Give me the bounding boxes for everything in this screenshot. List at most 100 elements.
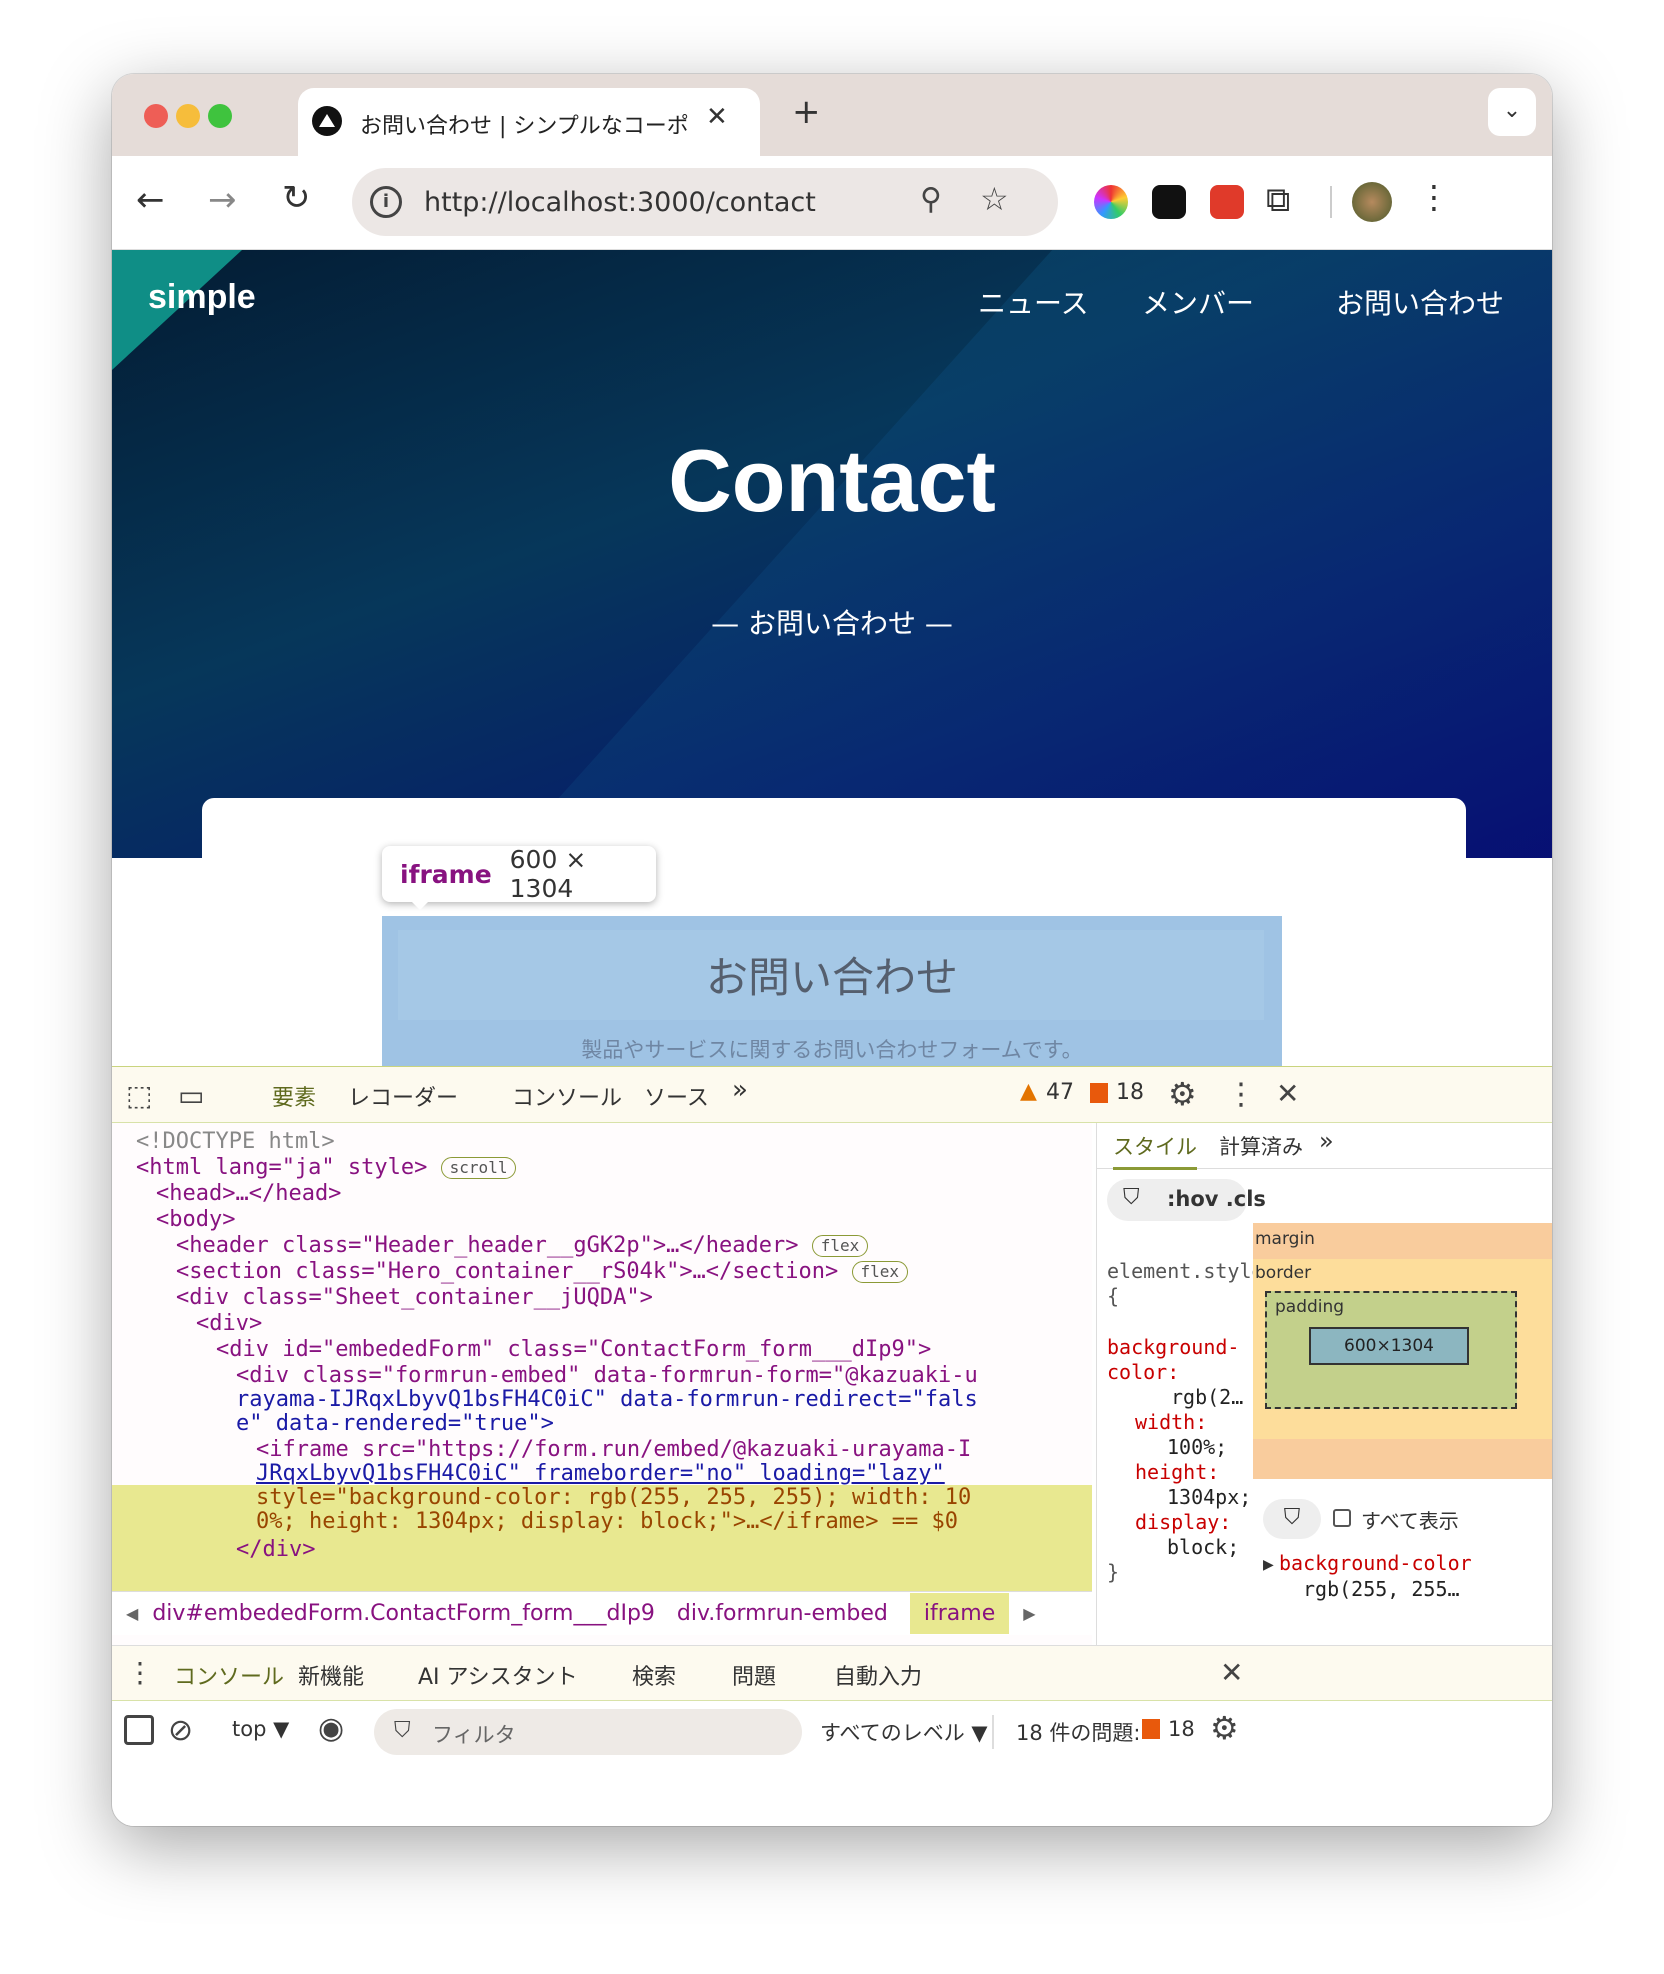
drawer-tab-search[interactable]: 検索 <box>632 1659 676 1691</box>
breadcrumb-item-active[interactable]: iframe <box>909 1593 1010 1634</box>
live-expression-eye-icon[interactable]: ◉ <box>318 1711 344 1746</box>
log-levels-select[interactable]: すべてのレベル ▼ <box>820 1717 988 1747</box>
dom-line[interactable]: </div> <box>112 1537 1092 1563</box>
new-tab-icon[interactable]: + <box>792 92 821 132</box>
style-prop[interactable]: background-color: <box>1107 1335 1247 1385</box>
dom-line[interactable]: <section class="Hero_container__rS04k">…… <box>112 1259 1092 1285</box>
browser-tab[interactable]: お問い合わせ | シンプルなコーポ ✕ <box>298 88 760 156</box>
inspect-element-icon[interactable]: ⬚ <box>126 1079 152 1112</box>
drawer-tab-whats-new[interactable]: 新機能 <box>298 1659 364 1691</box>
site-logo[interactable]: simple <box>148 278 256 317</box>
dom-line[interactable]: <div id="embededForm" class="ContactForm… <box>112 1337 1092 1363</box>
style-value[interactable]: 1304px; <box>1107 1485 1251 1510</box>
close-tab-icon[interactable]: ✕ <box>706 102 728 132</box>
style-prop[interactable]: height: <box>1107 1460 1247 1485</box>
dom-line[interactable]: <iframe src="https://form.run/embed/@kaz… <box>112 1437 1092 1463</box>
warning-count[interactable]: 47 <box>1046 1080 1074 1105</box>
tab-computed[interactable]: 計算済み <box>1219 1131 1303 1161</box>
dom-line[interactable]: style="background-color: rgb(255, 255, 2… <box>112 1485 1092 1511</box>
dom-line[interactable]: 0%; height: 1304px; display: block;">…</… <box>112 1509 1092 1535</box>
dom-line[interactable]: <head>…</head> <box>112 1181 1092 1207</box>
style-prop[interactable]: display: <box>1107 1510 1247 1535</box>
crumb-left-arrow-icon[interactable]: ◀ <box>126 1604 138 1623</box>
flex-badge[interactable]: flex <box>811 1235 869 1257</box>
box-model-margin[interactable]: margin border padding 600×1304 <box>1253 1223 1552 1479</box>
expand-arrow-icon[interactable]: ▶ <box>1263 1557 1274 1573</box>
forward-icon[interactable]: → <box>208 180 237 220</box>
dom-line[interactable]: <!DOCTYPE html> <box>112 1129 1092 1155</box>
zoom-icon[interactable]: ⚲ <box>920 182 942 217</box>
tab-console[interactable]: コンソール <box>512 1080 622 1112</box>
color-picker-extension-icon[interactable] <box>1094 185 1128 219</box>
devtools-menu-icon[interactable]: ⋮ <box>1226 1077 1256 1112</box>
style-value[interactable]: block; <box>1107 1535 1247 1560</box>
clear-console-icon[interactable]: ⊘ <box>168 1713 193 1748</box>
close-devtools-icon[interactable]: ✕ <box>1276 1077 1299 1110</box>
tab-search-chevron-icon[interactable]: ⌄ <box>1488 88 1536 136</box>
sidebar-toggle-icon[interactable] <box>124 1715 154 1745</box>
computed-filter-icon[interactable]: ⛉ <box>1263 1499 1321 1539</box>
drawer-menu-icon[interactable]: ⋮ <box>126 1656 154 1689</box>
flex-badge[interactable]: flex <box>851 1261 909 1283</box>
settings-gear-icon[interactable]: ⚙ <box>1168 1075 1197 1113</box>
tab-elements[interactable]: 要素 <box>256 1080 333 1126</box>
dom-line[interactable]: <header class="Header_header__gGK2p">…</… <box>112 1233 1092 1259</box>
scroll-badge[interactable]: scroll <box>440 1157 517 1179</box>
context-select[interactable]: top ▼ <box>232 1717 289 1741</box>
nav-news[interactable]: ニュース <box>978 282 1089 322</box>
box-model-content[interactable]: 600×1304 <box>1309 1327 1469 1365</box>
react-devtools-extension-icon[interactable] <box>1210 185 1244 219</box>
style-prop[interactable]: width: <box>1107 1410 1247 1435</box>
drawer-tab-issues[interactable]: 問題 <box>732 1659 776 1691</box>
drawer-tab-console[interactable]: コンソール <box>162 1659 297 1705</box>
site-info-icon[interactable]: i <box>370 186 402 218</box>
minimize-window-button[interactable] <box>176 104 200 128</box>
issues-count[interactable]: 18 <box>1168 1717 1195 1741</box>
bookmark-star-icon[interactable]: ☆ <box>980 180 1009 218</box>
dom-line[interactable]: <div class="formrun-embed" data-formrun-… <box>112 1363 1092 1389</box>
dom-line[interactable]: rayama-IJRqxLbyvQ1bsFH4C0iC" data-formru… <box>112 1387 1092 1413</box>
issue-flag-icon[interactable] <box>1090 1083 1108 1103</box>
tampermonkey-extension-icon[interactable] <box>1152 185 1186 219</box>
box-model-padding[interactable]: padding 600×1304 <box>1265 1291 1517 1409</box>
drawer-tab-autofill[interactable]: 自動入力 <box>834 1659 922 1691</box>
close-drawer-icon[interactable]: ✕ <box>1220 1656 1243 1689</box>
breadcrumb-item[interactable]: div.formrun-embed <box>677 1601 888 1626</box>
more-tabs-icon[interactable]: » <box>732 1075 748 1105</box>
more-style-tabs-icon[interactable]: » <box>1319 1127 1334 1155</box>
issues-label[interactable]: 18 件の問題: <box>1016 1717 1140 1747</box>
tab-recorder[interactable]: レコーダー <box>348 1080 458 1112</box>
console-settings-gear-icon[interactable]: ⚙ <box>1210 1709 1239 1747</box>
device-toolbar-icon[interactable]: ▭ <box>178 1079 204 1112</box>
hov-cls-toggle[interactable]: :hov .cls <box>1167 1187 1266 1211</box>
tab-sources[interactable]: ソース <box>644 1080 709 1112</box>
box-model-border[interactable]: border padding 600×1304 <box>1253 1259 1552 1439</box>
back-icon[interactable]: ← <box>136 180 165 220</box>
tab-styles[interactable]: スタイル <box>1113 1131 1197 1170</box>
breadcrumb-item[interactable]: div#embededForm.ContactForm_form___dIp9 <box>152 1601 655 1626</box>
extensions-puzzle-icon[interactable]: ⧉ <box>1266 180 1290 220</box>
dom-line[interactable]: e" data-rendered="true"> <box>112 1411 1092 1437</box>
address-bar[interactable]: i http://localhost:3000/contact ⚲ ☆ <box>352 168 1058 236</box>
close-window-button[interactable] <box>144 104 168 128</box>
drawer-tab-ai-assistant[interactable]: AI アシスタント <box>418 1659 578 1691</box>
style-value[interactable]: 100%; <box>1107 1435 1247 1460</box>
dom-line[interactable]: <html lang="ja" style> scroll <box>112 1155 1092 1181</box>
maximize-window-button[interactable] <box>208 104 232 128</box>
style-value[interactable]: rgb(2… <box>1107 1385 1247 1410</box>
dom-line[interactable]: <div class="Sheet_container__jUQDA"> <box>112 1285 1092 1311</box>
styles-filter[interactable]: ⛉ :hov .cls <box>1107 1179 1266 1221</box>
dom-line[interactable]: <body> <box>112 1207 1092 1233</box>
nav-contact[interactable]: お問い合わせ <box>1336 282 1504 322</box>
crumb-right-arrow-icon[interactable]: ▶ <box>1023 1604 1035 1623</box>
warning-icon[interactable]: ▲ <box>1020 1079 1037 1104</box>
computed-prop[interactable]: background-color <box>1279 1551 1472 1575</box>
show-all-checkbox[interactable] <box>1333 1509 1351 1527</box>
console-filter-input[interactable]: ⛉ フィルタ <box>374 1709 802 1755</box>
dom-line[interactable]: JRqxLbyvQ1bsFH4C0iC" frameborder="no" lo… <box>112 1461 1092 1487</box>
menu-kebab-icon[interactable]: ⋮ <box>1418 178 1450 216</box>
profile-avatar[interactable] <box>1352 182 1392 222</box>
dom-line[interactable]: <div> <box>112 1311 1092 1337</box>
nav-members[interactable]: メンバー <box>1142 282 1254 322</box>
reload-icon[interactable]: ↻ <box>282 178 311 218</box>
